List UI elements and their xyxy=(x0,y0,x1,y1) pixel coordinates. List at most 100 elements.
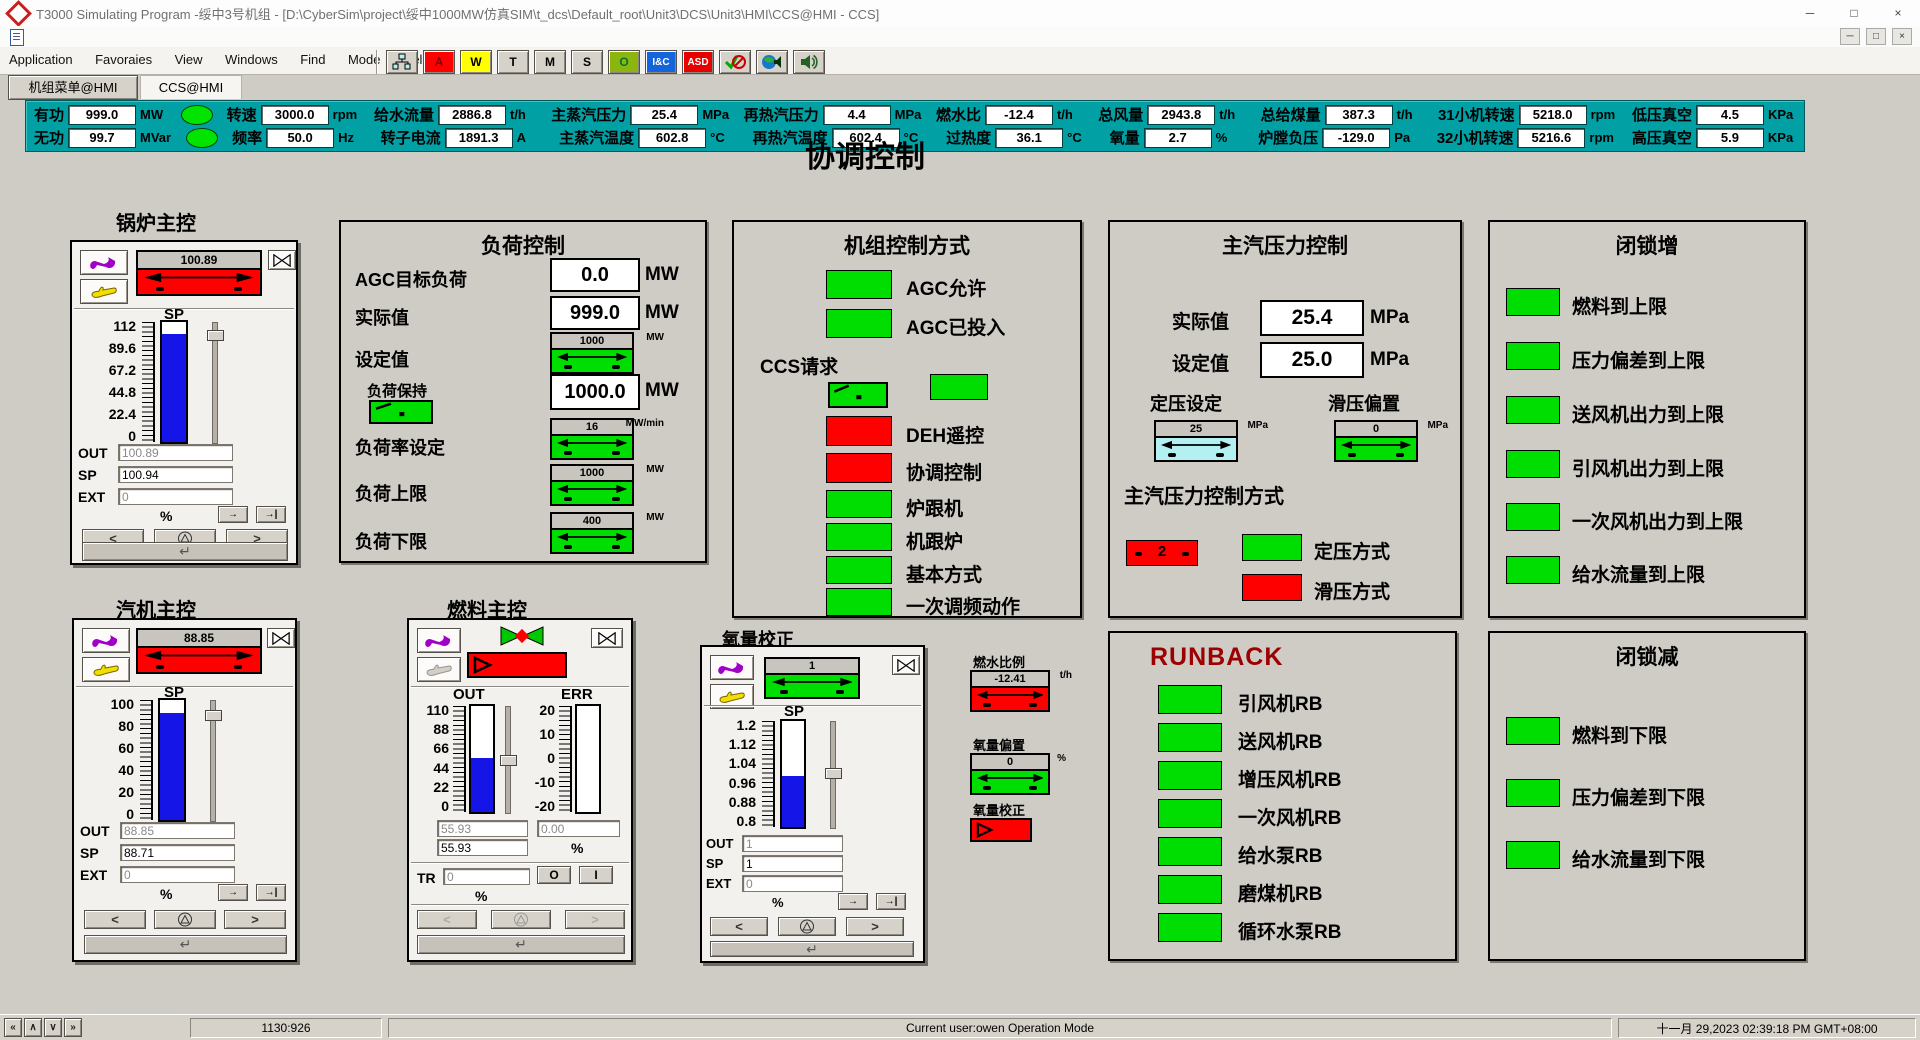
nav-first-button[interactable]: « xyxy=(4,1018,22,1037)
load-rate-slider[interactable]: 16 MW/min xyxy=(550,418,634,460)
fuel-on-button[interactable]: I xyxy=(579,866,613,884)
fuel-increase-button[interactable]: > xyxy=(565,910,625,929)
o2-bias-slider[interactable]: 0 % xyxy=(970,753,1050,795)
maximize-button[interactable]: □ xyxy=(1832,0,1876,26)
turbine-step-button[interactable]: → xyxy=(218,884,248,901)
sliding-bias-slider[interactable]: 0 MPa xyxy=(1334,420,1418,462)
boiler-step-button[interactable]: → xyxy=(218,506,248,523)
ic-button[interactable]: I&C xyxy=(645,50,677,74)
slider-handle[interactable] xyxy=(825,768,842,779)
fuel-tr-field[interactable] xyxy=(443,868,530,885)
ccs-request-toggle[interactable] xyxy=(828,382,888,408)
o2-sp-slider[interactable] xyxy=(830,721,836,829)
pressure-mode-selector[interactable]: 2 xyxy=(1126,540,1198,566)
boiler-tune-button[interactable] xyxy=(80,250,128,275)
fuel-tune-button[interactable] xyxy=(417,628,461,653)
o2-step-button[interactable]: → xyxy=(838,893,868,910)
turbine-decrease-button[interactable]: < xyxy=(84,910,146,929)
menu-find[interactable]: Find xyxy=(291,47,334,67)
fuel-err-field[interactable] xyxy=(537,820,620,837)
turbine-sp-slider[interactable] xyxy=(210,700,216,822)
slider-handle[interactable] xyxy=(205,710,222,721)
o2-output-display[interactable]: 1 xyxy=(764,657,860,699)
fuel-sp-slider[interactable] xyxy=(505,706,511,814)
child-maximize-button[interactable]: □ xyxy=(1866,28,1886,45)
fuel-water-ratio-display[interactable]: -12.41 t/h xyxy=(970,670,1050,712)
boiler-ext-field[interactable] xyxy=(118,488,233,505)
menu-windows[interactable]: Windows xyxy=(216,47,287,67)
turbine-manual-button[interactable] xyxy=(82,657,130,682)
fuel-sp-field[interactable] xyxy=(437,839,528,856)
global-sound-button[interactable] xyxy=(756,50,788,74)
slider-handle[interactable] xyxy=(207,330,224,341)
s-button[interactable]: S xyxy=(571,50,603,74)
tab-unit-menu[interactable]: 机组菜单@HMI xyxy=(8,75,138,100)
o2-increase-button[interactable]: > xyxy=(846,917,904,936)
fuel-auto-button[interactable] xyxy=(491,910,551,929)
nav-down-button[interactable]: ∨ xyxy=(44,1018,62,1037)
boiler-sp-slider[interactable] xyxy=(212,322,218,444)
fuel-decrease-button[interactable]: < xyxy=(417,910,477,929)
out-label: OUT xyxy=(78,445,112,461)
turbine-ext-field[interactable] xyxy=(120,866,235,883)
tree-view-button[interactable] xyxy=(386,50,418,74)
nav-up-button[interactable]: ∧ xyxy=(24,1018,42,1037)
tab-ccs[interactable]: CCS@HMI xyxy=(140,75,242,99)
minimize-button[interactable]: ─ xyxy=(1788,0,1832,26)
slider-handle[interactable] xyxy=(500,755,517,766)
t-button[interactable]: T xyxy=(497,50,529,74)
boiler-sp-field[interactable] xyxy=(118,466,233,483)
m-button[interactable]: M xyxy=(534,50,566,74)
o2-auto-button[interactable] xyxy=(778,917,836,936)
lock-dec-indicator xyxy=(1506,717,1560,745)
acknowledge-button[interactable] xyxy=(719,50,751,74)
o2-sp-field[interactable] xyxy=(742,855,843,872)
fuel-enter-button[interactable]: ↵ xyxy=(417,935,625,954)
turbine-increase-button[interactable]: > xyxy=(224,910,286,929)
boiler-output-display[interactable]: 100.89 xyxy=(136,250,262,296)
o2-enter-button[interactable]: ↵ xyxy=(710,941,914,957)
turbine-valve-button[interactable] xyxy=(267,628,295,648)
boiler-manual-button[interactable] xyxy=(80,279,128,304)
warning-w-button[interactable]: W xyxy=(460,50,492,74)
o2-decrease-button[interactable]: < xyxy=(710,917,768,936)
o2-track-button[interactable]: →| xyxy=(876,893,906,910)
turbine-output-display[interactable]: 88.85 xyxy=(136,628,262,674)
asd-button[interactable]: ASD xyxy=(682,50,714,74)
child-minimize-button[interactable]: ─ xyxy=(1840,28,1860,45)
fuel-manual-button[interactable] xyxy=(417,657,461,682)
turbine-sp-field[interactable] xyxy=(120,844,235,861)
fuel-off-button[interactable]: O xyxy=(537,866,571,884)
load-upper-slider[interactable]: 1000 MW xyxy=(550,464,634,506)
fixed-pressure-slider[interactable]: 25 MPa xyxy=(1154,420,1238,462)
o-button[interactable]: O xyxy=(608,50,640,74)
boiler-out-field[interactable] xyxy=(118,444,233,461)
turbine-track-button[interactable]: →| xyxy=(256,884,286,901)
o2-out-field[interactable] xyxy=(742,835,843,852)
boiler-track-button[interactable]: →| xyxy=(256,506,286,523)
turbine-tune-button[interactable] xyxy=(82,628,130,653)
o2-ext-field[interactable] xyxy=(742,875,843,892)
boiler-enter-button[interactable]: ↵ xyxy=(82,542,288,561)
turbine-auto-button[interactable] xyxy=(154,910,216,929)
turbine-out-field[interactable] xyxy=(120,822,235,839)
child-close-button[interactable]: × xyxy=(1892,28,1912,45)
close-button[interactable]: × xyxy=(1876,0,1920,26)
fuel-out-field[interactable] xyxy=(437,820,528,837)
alarm-a-button[interactable]: A xyxy=(423,50,455,74)
nav-last-button[interactable]: » xyxy=(64,1018,82,1037)
o2-tune-button[interactable] xyxy=(710,655,754,680)
runback-label: 循环水泵RB xyxy=(1238,917,1341,944)
mute-button[interactable] xyxy=(793,50,825,74)
out-label: OUT xyxy=(80,823,114,839)
load-hold-toggle[interactable] xyxy=(369,400,433,424)
load-setpoint-slider[interactable]: 1000 MW xyxy=(550,332,634,374)
fuel-bypass-button[interactable] xyxy=(591,628,623,648)
load-lower-slider[interactable]: 400 MW xyxy=(550,512,634,554)
o2-valve-button[interactable] xyxy=(892,655,920,675)
menu-application[interactable]: Application xyxy=(0,47,82,67)
boiler-valve-button[interactable] xyxy=(268,250,296,270)
menu-view[interactable]: View xyxy=(166,47,212,67)
turbine-enter-button[interactable]: ↵ xyxy=(84,935,287,954)
menu-favoraies[interactable]: Favoraies xyxy=(86,47,161,67)
